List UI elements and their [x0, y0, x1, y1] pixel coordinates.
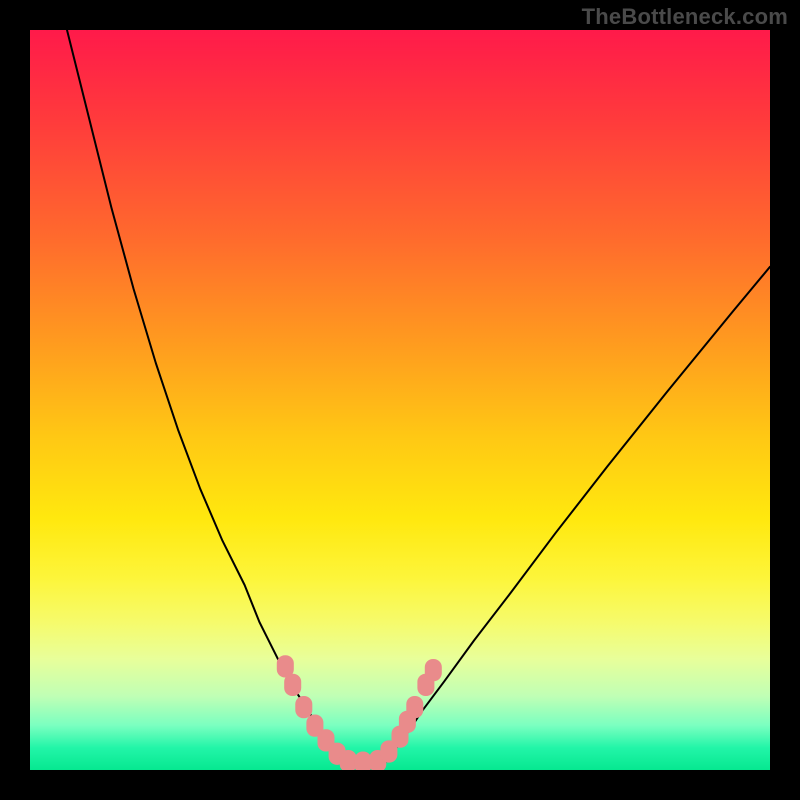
curve-paths [67, 30, 770, 763]
curve-left-curve [67, 30, 341, 763]
marker-markers-right [425, 659, 442, 681]
plot-area [30, 30, 770, 770]
curve-right-curve [385, 267, 770, 763]
marker-markers-bottom [340, 750, 357, 770]
marker-markers-left [284, 674, 301, 696]
watermark-text: TheBottleneck.com [582, 4, 788, 30]
chart-frame: TheBottleneck.com [0, 0, 800, 800]
marker-dots [277, 655, 442, 770]
marker-markers-right [406, 696, 423, 718]
marker-markers-bottom [354, 752, 371, 771]
marker-markers-left [295, 696, 312, 718]
curve-layer [30, 30, 770, 770]
